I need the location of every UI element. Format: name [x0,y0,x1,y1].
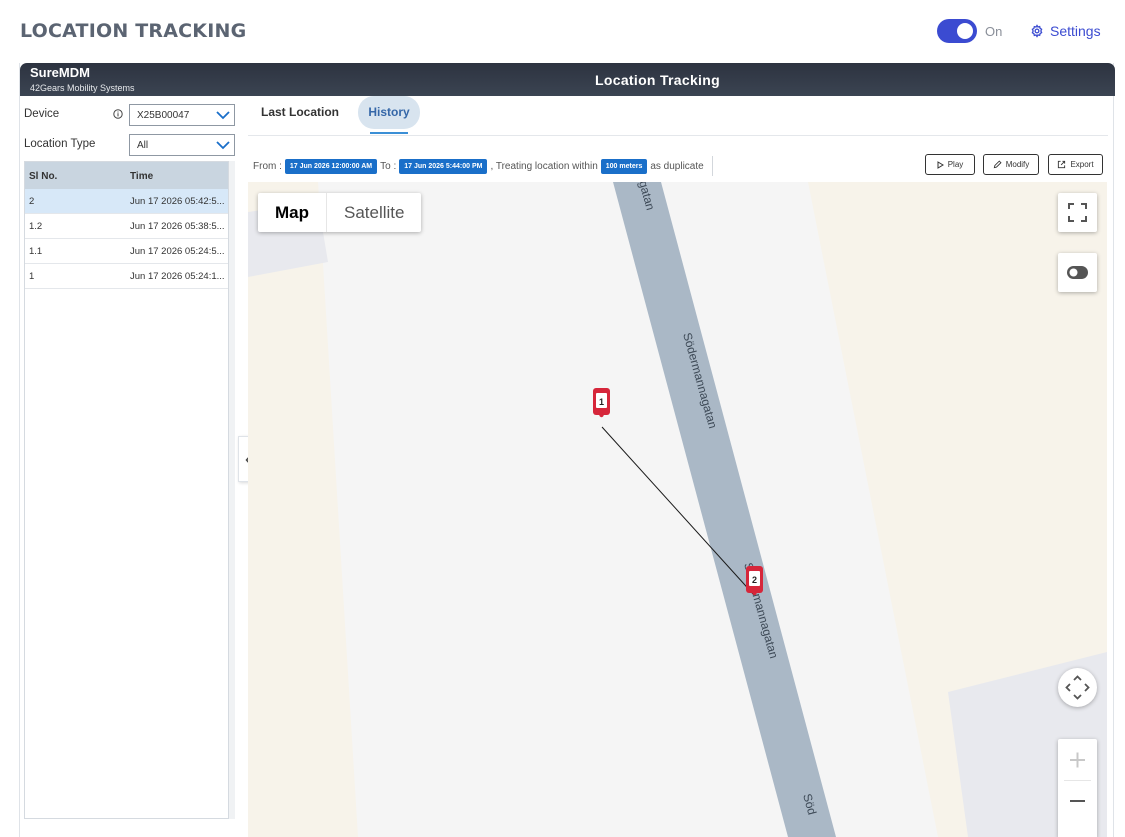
map-canvas[interactable]: Södermannagatan Södermannagatan gatan Sö… [248,182,1107,837]
tab-divider [248,135,1108,136]
table-scrollbar[interactable] [229,161,235,819]
toggle-switch-icon [1067,266,1088,279]
modify-label: Modify [1005,160,1030,169]
fullscreen-icon [1068,203,1087,222]
location-tracking-panel: SureMDM 42Gears Mobility Systems Locatio… [19,63,1115,837]
tab-last-location[interactable]: Last Location [261,96,339,128]
from-label: From : [253,160,282,172]
chevron-down-icon [216,141,230,150]
pan-control-button[interactable] [1058,668,1097,707]
zoom-out-button[interactable] [1058,781,1097,821]
row-time: Jun 17 2026 05:24:1... [130,270,225,282]
info-icon [113,109,123,119]
marker-1-label: 1 [599,397,604,407]
map-type-control: Map Satellite [258,193,422,232]
table-row[interactable]: 1.2 Jun 17 2026 05:38:5... [25,214,228,239]
chevron-down-icon [216,111,230,120]
zoom-in-button[interactable] [1058,739,1097,779]
minus-icon [1070,800,1085,802]
row-sl: 1 [29,270,35,282]
distance-chip[interactable]: 100 meters [600,158,648,174]
page-title: LOCATION TRACKING [20,20,247,42]
panel-title: Location Tracking [595,72,720,88]
toggle-knob [957,23,973,39]
to-label: To : [380,160,397,172]
table-row[interactable]: 1 Jun 17 2026 05:24:1... [25,264,228,289]
device-select-value: X25B00047 [137,110,190,121]
gear-icon [1031,24,1043,38]
play-button[interactable]: Play [925,154,975,175]
map-type-satellite-button[interactable]: Satellite [326,193,421,232]
row-sl: 2 [29,195,35,207]
device-select[interactable]: X25B00047 [129,104,235,126]
toggle-label: On [985,24,1003,39]
map-view[interactable]: Södermannagatan Södermannagatan gatan Sö… [248,182,1107,837]
duplicate-text: as duplicate [650,160,704,172]
export-label: Export [1070,160,1094,169]
tab-active-indicator [370,132,408,134]
column-header-time[interactable]: Time [126,162,228,189]
settings-label: Settings [1050,23,1101,39]
location-type-value: All [137,140,149,151]
marker-1[interactable]: 1 [593,388,610,418]
table-row[interactable]: 2 Jun 17 2026 05:42:5... [25,189,228,214]
table-header: Sl No. Time [25,162,228,189]
history-table: Sl No. Time 2 Jun 17 2026 05:42:5... 1.2… [24,161,229,819]
row-time: Jun 17 2026 05:24:5... [130,245,225,257]
filter-divider [711,156,713,176]
settings-button[interactable]: Settings [1030,23,1101,39]
map-type-map-button[interactable]: Map [258,193,326,232]
column-header-sl-no[interactable]: Sl No. [25,162,126,189]
fullscreen-button[interactable] [1058,193,1097,232]
table-row[interactable]: 1.1 Jun 17 2026 05:24:5... [25,239,228,264]
zoom-control [1058,739,1097,837]
row-time: Jun 17 2026 05:38:5... [130,220,225,232]
modify-button[interactable]: Modify [983,154,1039,175]
row-sl: 1.1 [29,245,43,257]
filter-summary: From : 17 Jun 2026 12:00:00 AM To : 17 J… [253,156,713,176]
treating-text: , Treating location within [490,160,598,172]
export-button[interactable]: Export [1048,154,1103,175]
row-time: Jun 17 2026 05:42:5... [130,195,225,207]
play-label: Play [947,160,964,169]
pencil-icon [993,160,1002,169]
from-date-chip[interactable]: 17 Jun 2026 12:00:00 AM [284,158,378,174]
plus-icon [1070,752,1085,768]
device-history-pane: Device X25B00047 Location Type All Sl No… [20,96,239,837]
panel-header: SureMDM 42Gears Mobility Systems Locatio… [20,63,1115,96]
pan-arrows-icon [1065,675,1090,700]
tracking-toggle[interactable] [937,19,977,43]
row-sl: 1.2 [29,220,43,232]
to-date-chip[interactable]: 17 Jun 2026 5:44:00 PM [399,158,488,174]
marker-2-label: 2 [752,575,757,585]
play-icon [937,160,944,169]
export-icon [1058,160,1066,169]
location-type-label: Location Type [24,138,96,150]
location-type-select[interactable]: All [129,134,235,156]
marker-2[interactable]: 2 [746,566,763,596]
map-style-toggle-button[interactable] [1058,253,1097,292]
device-label: Device [24,108,60,120]
tab-history[interactable]: History [358,96,420,129]
